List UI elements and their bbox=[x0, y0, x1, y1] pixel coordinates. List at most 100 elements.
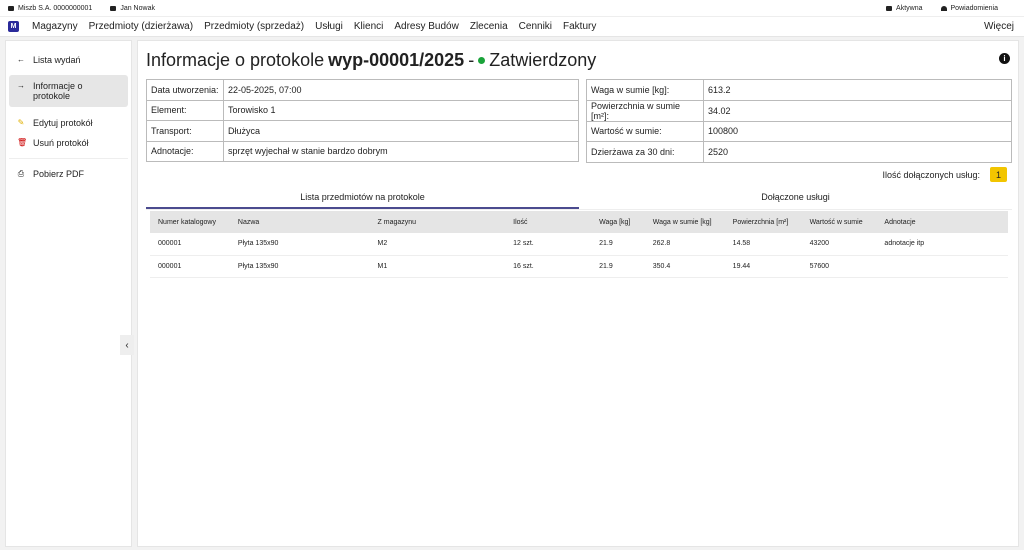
sidebar-item-edytuj[interactable]: ✎ Edytuj protokół bbox=[9, 113, 128, 133]
column-header[interactable]: Ilość bbox=[505, 211, 592, 233]
user[interactable]: Jan Nowak bbox=[110, 5, 155, 12]
detail-label: Transport: bbox=[146, 120, 224, 142]
table-cell: 350.4 bbox=[644, 255, 725, 278]
main-content: Informacje o protokole wyp-00001/2025 - … bbox=[137, 40, 1019, 547]
table-cell: 000001 bbox=[150, 255, 230, 278]
detail-label: Waga w sumie [kg]: bbox=[586, 79, 704, 101]
column-header[interactable]: Z magazynu bbox=[369, 211, 506, 233]
detail-value: Dłużyca bbox=[223, 120, 579, 142]
sidebar-item-pobierz-pdf[interactable]: ⎙ Pobierz PDF bbox=[9, 164, 128, 184]
top-bar: Miszb S.A. 0000000001 Jan Nowak Aktywna … bbox=[0, 0, 1024, 16]
main-nav: M Magazyny Przedmioty (dzierżawa) Przedm… bbox=[0, 16, 1024, 37]
detail-label: Element: bbox=[146, 99, 224, 121]
pencil-icon: ✎ bbox=[17, 118, 25, 127]
detail-label: Powierzchnia w sumie [m²]: bbox=[586, 99, 704, 122]
detail-label: Adnotacje: bbox=[146, 140, 224, 162]
column-header[interactable]: Nazwa bbox=[229, 211, 370, 233]
collapse-sidebar-button[interactable]: ‹ bbox=[120, 335, 134, 355]
column-header[interactable]: Waga [kg] bbox=[591, 211, 645, 233]
detail-row: Element: Torowisko 1 bbox=[146, 99, 579, 121]
table-cell: Płyta 135x90 bbox=[229, 255, 370, 278]
notifications[interactable]: Powiadomienia bbox=[940, 5, 998, 12]
nav-zlecenia[interactable]: Zlecenia bbox=[470, 21, 508, 32]
table-cell: 19.44 bbox=[724, 255, 802, 278]
detail-row: Data utworzenia: 22-05-2025, 07:00 bbox=[146, 79, 579, 101]
sidebar-item-usun[interactable]: 🗑 Usuń protokół bbox=[9, 133, 128, 153]
arrow-left-icon: ← bbox=[17, 55, 25, 64]
detail-row: Transport: Dłużyca bbox=[146, 120, 579, 142]
details-table-left: Data utworzenia: 22-05-2025, 07:00 Element… bbox=[146, 79, 579, 162]
items-table: Numer katalogowy Nazwa Z magazynu Ilość Waga… bbox=[150, 211, 1008, 278]
table-cell: 57600 bbox=[801, 255, 877, 278]
detail-value: 2520 bbox=[703, 141, 1012, 163]
details-table-right: Waga w sumie [kg]: 613.2 Powierzchnia w su… bbox=[586, 79, 1012, 163]
building-icon bbox=[8, 5, 14, 11]
table-cell: M1 bbox=[369, 255, 506, 278]
page-title: Informacje o protokole wyp-00001/2025 - … bbox=[146, 50, 597, 70]
nav-more[interactable]: Więcej bbox=[984, 21, 1014, 32]
nav-cenniki[interactable]: Cenniki bbox=[519, 21, 552, 32]
status-badge: Zatwierdzony bbox=[489, 50, 597, 70]
table-row[interactable]: 000001 Płyta 135x90 M2 12 szt. 21.9 262.8 14.5… bbox=[150, 233, 1008, 256]
column-header[interactable]: Adnotacje bbox=[876, 211, 1008, 233]
detail-label: Dzierżawa za 30 dni: bbox=[586, 141, 704, 163]
nav-przedmioty-dzierzawa[interactable]: Przedmioty (dzierżawa) bbox=[89, 21, 193, 32]
table-cell: 43200 bbox=[801, 233, 877, 256]
table-cell: 21.9 bbox=[591, 233, 645, 256]
bell-icon bbox=[940, 5, 947, 11]
services-count-badge: 1 bbox=[990, 167, 1007, 182]
column-header[interactable]: Numer katalogowy bbox=[150, 211, 230, 233]
nav-magazyny[interactable]: Magazyny bbox=[32, 21, 78, 32]
nav-faktury[interactable]: Faktury bbox=[563, 21, 596, 32]
detail-value: sprzęt wyjechał w stanie bardzo dobrym bbox=[223, 140, 579, 162]
detail-value: Torowisko 1 bbox=[223, 99, 579, 121]
table-cell: 000001 bbox=[150, 233, 230, 256]
table-cell: adnotacje itp bbox=[876, 233, 1008, 256]
tab-dolaczone-uslugi[interactable]: Dołączone usługi bbox=[579, 189, 1012, 209]
detail-row: Powierzchnia w sumie [m²]: 34.02 bbox=[586, 99, 1012, 122]
tabs: Lista przedmiotów na protokole Dołączone… bbox=[146, 189, 1012, 210]
column-header[interactable]: Wartość w sumie bbox=[801, 211, 877, 233]
detail-value: 34.02 bbox=[703, 99, 1012, 122]
nav-uslugi[interactable]: Usługi bbox=[315, 21, 343, 32]
detail-label: Wartość w sumie: bbox=[586, 120, 704, 142]
column-header[interactable]: Waga w sumie [kg] bbox=[644, 211, 725, 233]
sidebar-item-informacje[interactable]: → Informacje o protokole bbox=[9, 75, 128, 107]
table-cell: Płyta 135x90 bbox=[229, 233, 370, 256]
status-indicator[interactable]: Aktywna bbox=[886, 5, 923, 12]
nav-klienci[interactable]: Klienci bbox=[354, 21, 383, 32]
status-dot-icon bbox=[478, 57, 486, 64]
table-cell: M2 bbox=[369, 233, 506, 256]
printer-icon: ⎙ bbox=[17, 169, 25, 178]
tab-lista-przedmiotow[interactable]: Lista przedmiotów na protokole bbox=[146, 189, 579, 209]
sidebar: ← Lista wydań → Informacje o protokole ✎ Ed… bbox=[5, 40, 134, 547]
detail-value: 22-05-2025, 07:00 bbox=[223, 79, 579, 101]
detail-value: 613.2 bbox=[703, 79, 1012, 101]
table-cell: 21.9 bbox=[591, 255, 645, 278]
table-cell: 14.58 bbox=[724, 233, 802, 256]
app-logo[interactable]: M bbox=[8, 21, 19, 32]
services-count: Ilość dołączonych usług: 1 bbox=[882, 167, 1007, 182]
table-cell bbox=[876, 255, 1008, 278]
sidebar-item-lista-wydan[interactable]: ← Lista wydań bbox=[9, 50, 128, 70]
detail-row: Waga w sumie [kg]: 613.2 bbox=[586, 79, 1012, 101]
detail-row: Dzierżawa za 30 dni: 2520 bbox=[586, 141, 1012, 163]
detail-row: Adnotacje: sprzęt wyjechał w stanie bardz… bbox=[146, 140, 579, 162]
table-cell: 12 szt. bbox=[505, 233, 592, 256]
detail-label: Data utworzenia: bbox=[146, 79, 224, 101]
column-header[interactable]: Powierzchnia [m²] bbox=[724, 211, 802, 233]
nav-adresy-budow[interactable]: Adresy Budów bbox=[394, 21, 458, 32]
calendar-icon bbox=[886, 5, 893, 11]
arrow-right-icon: → bbox=[17, 81, 25, 90]
info-icon[interactable]: i bbox=[999, 53, 1010, 64]
nav-przedmioty-sprzedaz[interactable]: Przedmioty (sprzedaż) bbox=[204, 21, 304, 32]
protocol-number: wyp-00001/2025 bbox=[328, 50, 465, 70]
user-icon bbox=[110, 5, 117, 11]
table-cell: 262.8 bbox=[644, 233, 725, 256]
table-cell: 16 szt. bbox=[505, 255, 592, 278]
detail-row: Wartość w sumie: 100800 bbox=[586, 120, 1012, 142]
table-row[interactable]: 000001 Płyta 135x90 M1 16 szt. 21.9 350.4 19.4… bbox=[150, 255, 1008, 278]
company: Miszb S.A. 0000000001 bbox=[8, 5, 92, 12]
trash-icon: 🗑 bbox=[17, 138, 28, 147]
detail-value: 100800 bbox=[703, 120, 1012, 142]
